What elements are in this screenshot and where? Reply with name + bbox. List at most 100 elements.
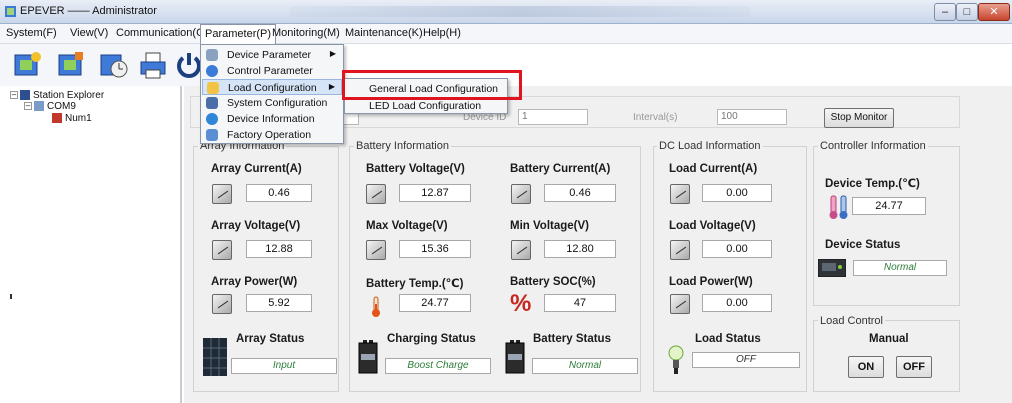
battery-voltage-label: Battery Voltage(V) [366, 163, 465, 175]
array-current-label: Array Current(A) [211, 163, 302, 175]
station-icon [20, 90, 30, 101]
menu-item-general-load-configuration[interactable]: General Load Configuration [369, 83, 498, 95]
load-power-value: 0.00 [702, 294, 772, 312]
bulb-icon [668, 345, 684, 374]
max-voltage-value: 15.36 [399, 240, 471, 258]
menu-item-device-parameter[interactable]: Device Parameter ▶ [202, 47, 342, 63]
parameter-menu: Device Parameter ▶ Control Parameter Loa… [200, 44, 344, 144]
load-voltage-value: 0.00 [702, 240, 772, 258]
meter-icon [670, 184, 690, 204]
printer-icon[interactable] [138, 49, 168, 81]
menu-item-system-configuration[interactable]: System Configuration [202, 95, 342, 111]
menu-item-led-load-configuration[interactable]: LED Load Configuration [369, 100, 481, 112]
tree-device[interactable]: Num1 [52, 113, 92, 124]
device-temp-icon [829, 195, 848, 219]
tree-root[interactable]: – Station Explorer [10, 90, 104, 101]
tree-port[interactable]: – COM9 [24, 101, 76, 112]
meter-icon [366, 184, 386, 204]
battery-status-label: Battery Status [533, 333, 611, 345]
meter-icon [511, 240, 531, 260]
menu-item-load-configuration[interactable]: Load Configuration ▶ [202, 79, 342, 95]
load-control-title: Load Control [818, 315, 885, 327]
window-title: EPEVER —— Administrator [20, 5, 157, 17]
close-button[interactable]: ✕ [978, 3, 1010, 21]
load-control-group [813, 320, 960, 392]
battery-icon [505, 340, 525, 374]
battery-temp-label: Battery Temp.(℃) [366, 278, 464, 290]
battery-info-title: Battery Information [354, 140, 451, 152]
menu-monitoring[interactable]: Monitoring(M) [272, 27, 340, 39]
array-voltage-label: Array Voltage(V) [211, 220, 301, 232]
interval-input[interactable]: 100 [717, 109, 787, 125]
charging-status-label: Charging Status [387, 333, 476, 345]
info-icon [206, 113, 218, 125]
load-config-icon [207, 82, 219, 94]
gear-icon [206, 49, 218, 61]
toolbar [0, 44, 205, 86]
interval-label: Interval(s) [633, 112, 678, 123]
menu-help[interactable]: Help(H) [423, 27, 461, 39]
system-icon [206, 97, 218, 109]
battery-current-label: Battery Current(A) [510, 163, 611, 175]
load-status-value: OFF [692, 352, 800, 368]
meter-icon [366, 240, 386, 260]
battery-info-group [349, 146, 641, 392]
clock-tool-icon[interactable] [98, 49, 128, 81]
load-mode-label: Manual [869, 333, 909, 345]
menu-maintenance[interactable]: Maintenance(K) [345, 27, 423, 39]
load-voltage-label: Load Voltage(V) [669, 220, 756, 232]
battery-voltage-value: 12.87 [399, 184, 471, 202]
battery-icon [358, 340, 378, 374]
percent-icon: % [510, 290, 532, 317]
menu-system[interactable]: System(F) [6, 27, 57, 39]
battery-current-value: 0.46 [544, 184, 616, 202]
menu-parameter[interactable]: Parameter(P) [200, 24, 277, 44]
app-icon [5, 6, 16, 17]
load-current-label: Load Current(A) [669, 163, 758, 175]
menu-view[interactable]: View(V) [70, 27, 108, 39]
text-cursor [10, 294, 12, 299]
load-status-label: Load Status [695, 333, 761, 345]
load-power-label: Load Power(W) [669, 276, 753, 288]
load-off-button[interactable]: OFF [896, 356, 932, 378]
min-voltage-value: 12.80 [544, 240, 616, 258]
minimize-button[interactable]: – [934, 3, 956, 21]
meter-icon [670, 240, 690, 260]
collapse-icon[interactable]: – [24, 102, 32, 111]
maximize-button[interactable]: □ [956, 3, 978, 21]
menu-item-control-parameter[interactable]: Control Parameter [202, 63, 342, 79]
parameter-tool-icon[interactable] [12, 49, 42, 81]
charging-status-value: Boost Charge [385, 358, 491, 374]
load-configuration-submenu: General Load Configuration LED Load Conf… [344, 78, 508, 114]
meter-icon [212, 240, 232, 260]
thermometer-icon [372, 296, 380, 317]
solar-panel-icon [203, 338, 227, 376]
menu-item-device-information[interactable]: Device Information [202, 111, 342, 127]
meter-icon [212, 184, 232, 204]
stop-monitor-button[interactable]: Stop Monitor [824, 108, 894, 128]
submenu-arrow-icon: ▶ [329, 49, 336, 58]
battery-status-value: Normal [532, 358, 638, 374]
array-status-value: Input [231, 358, 337, 374]
monitor-tool-icon[interactable] [56, 49, 86, 81]
battery-soc-label: Battery SOC(%) [510, 276, 596, 288]
load-on-button[interactable]: ON [848, 356, 884, 378]
array-status-label: Array Status [236, 333, 305, 345]
dc-load-title: DC Load Information [657, 140, 763, 152]
load-current-value: 0.00 [702, 184, 772, 202]
device-status-value: Normal [853, 260, 947, 276]
controller-info-group [813, 146, 960, 306]
menu-communication[interactable]: Communication(C) [116, 27, 208, 39]
obscured-title-text [290, 6, 750, 17]
array-voltage-value: 12.88 [246, 240, 312, 258]
device-icon [52, 113, 62, 124]
control-icon [206, 65, 218, 77]
device-temp-label: Device Temp.(℃) [825, 178, 920, 190]
battery-soc-value: 47 [544, 294, 616, 312]
meter-icon [511, 184, 531, 204]
title-bar: EPEVER —— Administrator – □ ✕ [0, 0, 1012, 24]
station-explorer: – Station Explorer – COM9 Num1 [0, 86, 182, 403]
collapse-icon[interactable]: – [10, 91, 18, 100]
device-id-input[interactable]: 1 [518, 109, 588, 125]
menu-item-factory-operation[interactable]: Factory Operation [202, 127, 342, 143]
